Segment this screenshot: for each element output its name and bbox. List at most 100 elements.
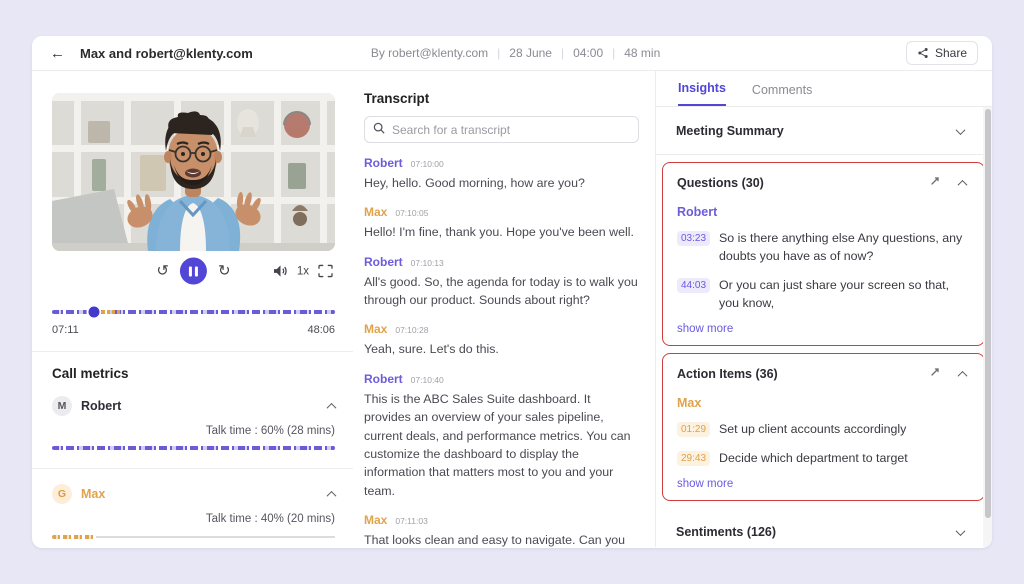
total-time: 48:06	[307, 324, 335, 336]
entry-text: This is the ABC Sales Suite dashboard. I…	[364, 391, 631, 498]
talk-time-robert: Talk time : 60% (28 mins)	[205, 425, 335, 437]
divider	[32, 468, 353, 469]
entry-text: Hey, hello. Good morning, how are you?	[364, 176, 585, 190]
meta-duration: 48 min	[603, 46, 660, 60]
questions-speaker: Robert	[677, 205, 718, 219]
entry-speaker: Robert	[364, 371, 403, 386]
questions-section: Questions (30) Robert 03:23 So is there …	[662, 162, 985, 346]
section-title: Meeting Summary	[676, 124, 784, 138]
action-item-text: Decide which department to target	[719, 450, 908, 465]
transcript-entry[interactable]: Max 07:10:28 Yeah, sure. Let's do this.	[364, 322, 639, 358]
question-item: 03:23 So is there anything else Any ques…	[677, 230, 970, 266]
expand-icon[interactable]	[929, 365, 941, 383]
question-item: 44:03 Or you can just share your screen …	[677, 277, 970, 313]
timestamp-badge[interactable]: 03:23	[677, 231, 711, 246]
entry-timestamp[interactable]: 07:10:05	[395, 208, 428, 218]
action-item: 01:29 Set up client accounts accordingly	[677, 421, 970, 439]
entry-speaker: Robert	[364, 156, 403, 170]
forward-icon[interactable]: ↻	[218, 264, 231, 279]
meta-owner: By robert@klenty.com	[370, 46, 489, 60]
player-column: ↺ ↻ 1x 07:11 48:06 Call metrics M Robert…	[32, 71, 353, 547]
scrollbar-thumb[interactable]	[984, 109, 991, 519]
entry-text: Yeah, sure. Let's do this.	[364, 342, 499, 357]
entry-timestamp[interactable]: 07:10:13	[411, 258, 444, 268]
speaker-name: Robert	[81, 399, 122, 413]
page-title: Max and robert@klenty.com	[80, 45, 253, 61]
speaker-name: Max	[81, 487, 106, 501]
entry-speaker: Robert	[364, 254, 403, 269]
metric-row-robert: M Robert	[52, 396, 337, 416]
questions-show-more[interactable]: show more	[677, 323, 970, 335]
timestamp-badge[interactable]: 29:43	[677, 450, 711, 466]
avatar: M	[52, 396, 72, 416]
back-icon[interactable]: ←	[50, 45, 70, 62]
transcript-entry[interactable]: Robert 07:10:00 Hey, hello. Good morning…	[364, 156, 639, 192]
transcript-entry[interactable]: Robert 07:10:13 All's good. So, the agen…	[364, 255, 639, 310]
search-icon	[373, 121, 385, 139]
meeting-meta: By robert@klenty.com 28 June 04:00 48 mi…	[371, 46, 660, 60]
rewind-icon[interactable]: ↺	[156, 264, 169, 279]
meta-date: 28 June	[488, 46, 552, 60]
time-row: 07:11 48:06	[52, 324, 335, 336]
divider	[32, 351, 353, 352]
insights-tabbar: Insights Comments	[656, 71, 992, 107]
transcript-entry[interactable]: Robert 07:10:40 This is the ABC Sales Su…	[364, 372, 639, 500]
expand-icon[interactable]	[929, 174, 941, 192]
robert-talk-waveform	[52, 446, 335, 450]
entry-timestamp[interactable]: 07:10:00	[411, 159, 444, 169]
player-controls: ↺ ↻ 1x	[52, 251, 335, 291]
playback-speed[interactable]: 1x	[297, 265, 309, 277]
transcript-entry[interactable]: Max 07:11:03 That looks clean and easy t…	[364, 513, 639, 547]
chevron-up-icon[interactable]	[957, 174, 968, 192]
playhead[interactable]	[88, 306, 100, 318]
entry-timestamp[interactable]: 07:11:03	[395, 516, 427, 526]
talk-time-max: Talk time : 40% (20 mins)	[205, 513, 335, 525]
entry-text: All's good. So, the agenda for today is …	[364, 274, 638, 308]
timestamp-badge[interactable]: 01:29	[677, 421, 711, 437]
collapse-chevron-icon[interactable]	[326, 485, 337, 503]
entry-speaker: Max	[364, 205, 388, 220]
entry-timestamp[interactable]: 07:10:28	[395, 325, 428, 335]
entry-text: That looks clean and easy to navigate. C…	[364, 532, 626, 547]
action-items-show-more[interactable]: show more	[677, 478, 970, 490]
seek-bar[interactable]	[52, 306, 335, 318]
entry-text: Hello! I'm fine, thank you. Hope you've …	[364, 225, 634, 240]
chevron-down-icon[interactable]	[955, 122, 972, 140]
volume-icon[interactable]	[273, 265, 288, 278]
meta-time: 04:00	[552, 46, 603, 60]
share-button[interactable]: Share	[905, 41, 978, 65]
share-icon	[917, 47, 929, 59]
transcript-title: Transcript	[364, 91, 430, 106]
chevron-up-icon[interactable]	[957, 365, 968, 383]
question-text: Or you can just share your screen so tha…	[719, 277, 950, 310]
entry-timestamp[interactable]: 07:10:40	[411, 375, 444, 385]
chevron-down-icon[interactable]	[955, 523, 972, 541]
avatar: G	[52, 484, 72, 504]
action-items-title: Action Items (36)	[677, 366, 778, 381]
insights-panel: Insights Comments Meeting Summary Questi…	[656, 71, 992, 547]
entry-speaker: Max	[364, 322, 388, 337]
tab-comments[interactable]: Comments	[752, 83, 812, 106]
collapse-chevron-icon[interactable]	[326, 397, 337, 415]
waveform-highlight	[101, 310, 120, 314]
section-title: Sentiments (126)	[676, 524, 777, 539]
tab-insights[interactable]: Insights	[678, 81, 726, 106]
search-input[interactable]	[392, 122, 630, 137]
section-sentiments[interactable]: Sentiments (126)	[656, 508, 992, 547]
insights-scrollbar	[983, 107, 992, 547]
share-label: Share	[934, 46, 967, 60]
timestamp-badge[interactable]: 44:03	[677, 277, 711, 293]
action-item: 29:43 Decide which department to target	[677, 450, 970, 468]
action-item-text: Set up client accounts accordingly	[719, 421, 907, 436]
max-talk-waveform	[52, 535, 335, 539]
current-time: 07:11	[52, 324, 79, 336]
fullscreen-icon[interactable]	[318, 264, 333, 278]
call-metrics-title: Call metrics	[52, 366, 129, 381]
call-recording-card: ← Max and robert@klenty.com By robert@kl…	[32, 36, 992, 548]
section-meeting-summary[interactable]: Meeting Summary	[656, 107, 992, 155]
transcript-entry[interactable]: Max 07:10:05 Hello! I'm fine, thank you.…	[364, 205, 639, 241]
entry-speaker: Max	[364, 512, 388, 527]
transcript-search[interactable]	[364, 116, 639, 143]
pause-button[interactable]	[180, 257, 207, 285]
video-thumbnail[interactable]	[52, 93, 335, 251]
